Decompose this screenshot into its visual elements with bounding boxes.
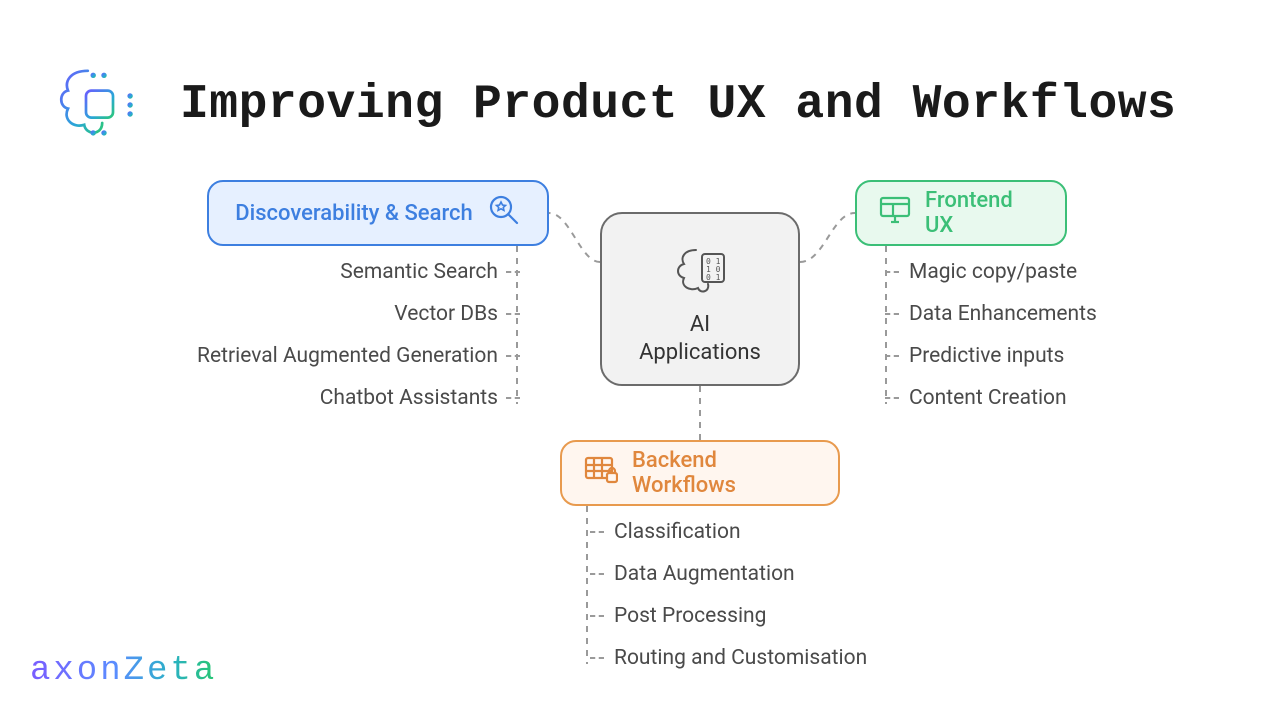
node-backend-workflows: Backend Workflows	[560, 440, 840, 506]
connector-tick-icon	[590, 573, 604, 575]
connector-tick-icon	[885, 355, 899, 357]
node-label: Discoverability & Search	[235, 201, 472, 226]
list-item: Magic copy/paste	[885, 260, 1077, 284]
magnifier-star-icon	[487, 193, 521, 233]
list-item: Vector DBs	[394, 302, 520, 326]
list-item: Chatbot Assistants	[320, 386, 520, 410]
monitor-layout-icon	[879, 195, 911, 231]
table-lock-icon	[584, 455, 618, 491]
connector-tick-icon	[590, 657, 604, 659]
list-item: Routing and Customisation	[590, 646, 867, 670]
list-item: Predictive inputs	[885, 344, 1064, 368]
list-item: Retrieval Augmented Generation	[197, 344, 520, 368]
list-item: Post Processing	[590, 604, 867, 628]
brand-wordmark: axonZeta	[30, 652, 217, 690]
brain-binary-icon: 0 1 1 0 0 1	[672, 244, 728, 302]
list-item: Data Enhancements	[885, 302, 1097, 326]
brain-chip-icon	[50, 60, 140, 150]
list-item: Data Augmentation	[590, 562, 867, 586]
connector-tick-icon	[885, 271, 899, 273]
center-node-ai-applications: 0 1 1 0 0 1 AI Applications	[600, 212, 800, 386]
list-item: Classification	[590, 520, 867, 544]
discoverability-items: Semantic Search Vector DBs Retrieval Aug…	[197, 260, 520, 410]
connector-tick-icon	[506, 397, 520, 399]
connector-tick-icon	[506, 355, 520, 357]
connector-tick-icon	[590, 531, 604, 533]
list-item: Content Creation	[885, 386, 1067, 410]
page-title: Improving Product UX and Workflows	[180, 78, 1176, 132]
slide-header: Improving Product UX and Workflows	[50, 60, 1176, 150]
list-item: Semantic Search	[340, 260, 520, 284]
backend-items: Classification Data Augmentation Post Pr…	[590, 520, 867, 670]
frontend-items: Magic copy/paste Data Enhancements Predi…	[885, 260, 1097, 410]
node-label: Frontend UX	[925, 188, 1043, 238]
svg-text:0 1: 0 1	[706, 273, 721, 282]
connector-tick-icon	[885, 397, 899, 399]
connector-tick-icon	[590, 615, 604, 617]
connector-tick-icon	[506, 271, 520, 273]
node-label: Backend Workflows	[632, 448, 816, 498]
connector-tick-icon	[506, 313, 520, 315]
connector-tick-icon	[885, 313, 899, 315]
center-node-label: AI Applications	[639, 311, 761, 366]
node-discoverability-search: Discoverability & Search	[207, 180, 549, 246]
node-frontend-ux: Frontend UX	[855, 180, 1067, 246]
